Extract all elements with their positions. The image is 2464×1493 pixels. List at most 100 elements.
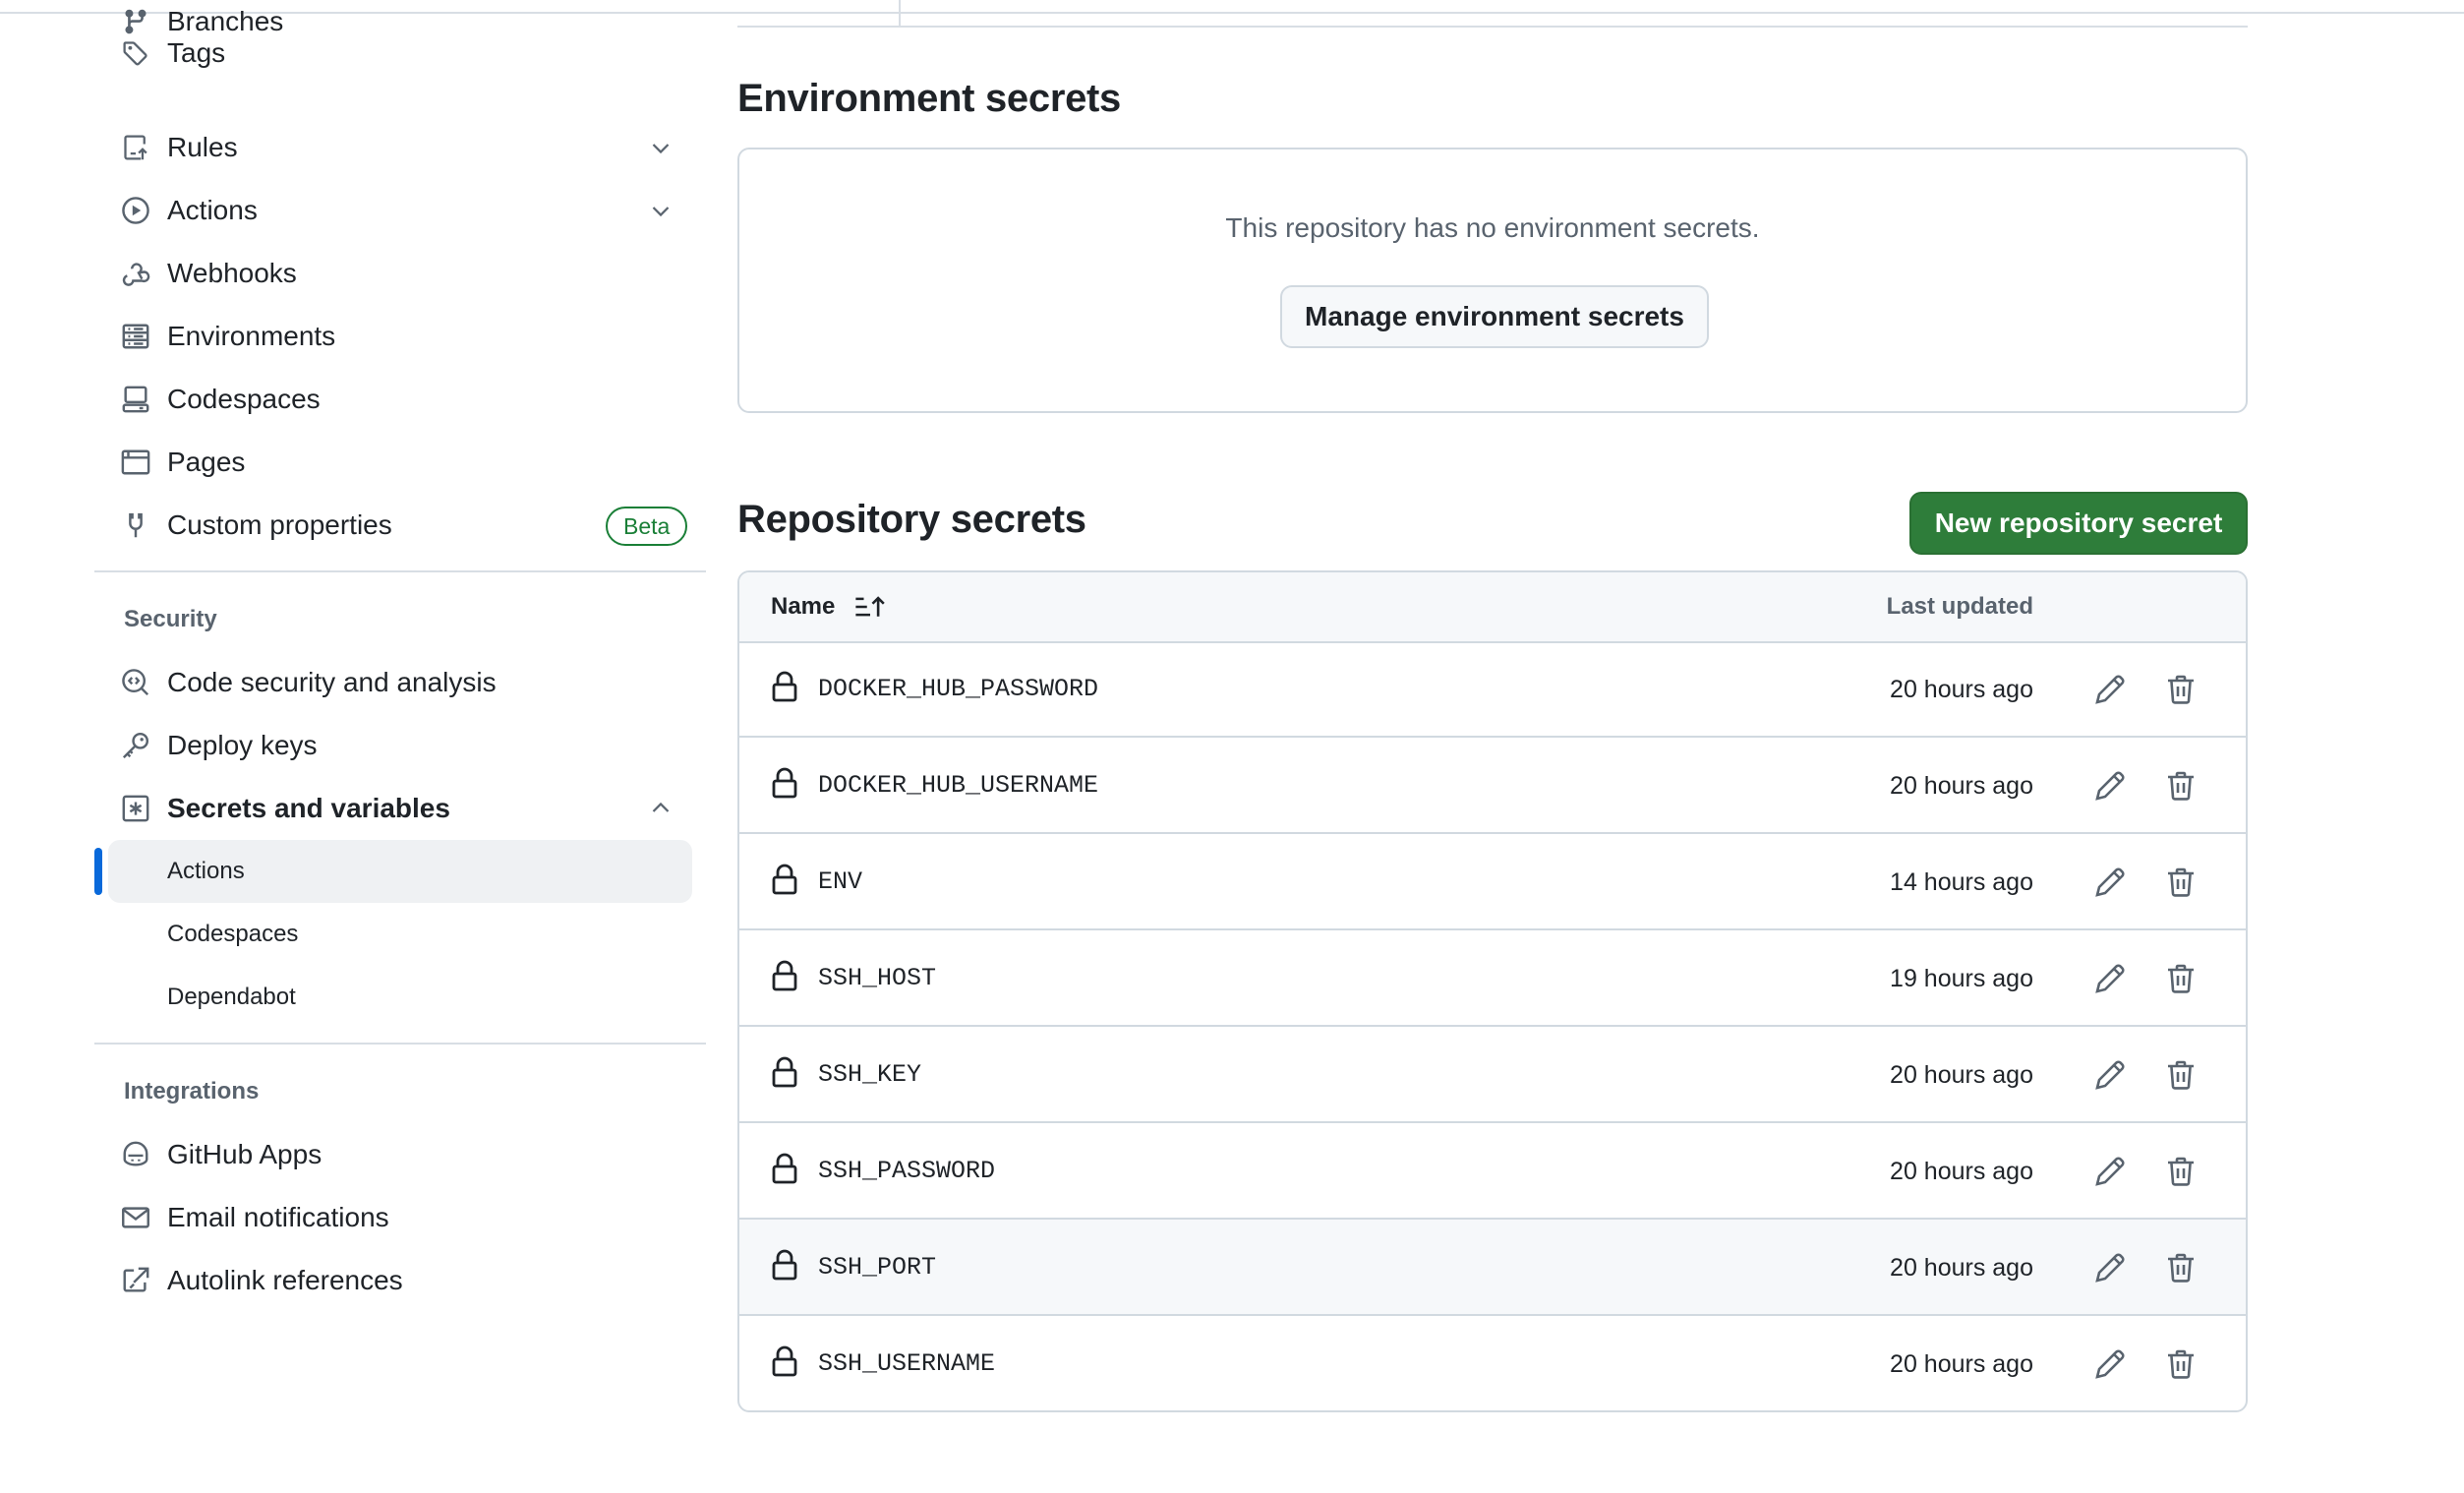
play-icon bbox=[120, 195, 151, 226]
secret-last-updated: 20 hours ago bbox=[1890, 1350, 2033, 1378]
trash-icon[interactable] bbox=[2165, 866, 2197, 898]
secret-last-updated: 20 hours ago bbox=[1890, 676, 2033, 703]
browser-icon bbox=[120, 447, 151, 478]
secret-name: SSH_PASSWORD bbox=[818, 1157, 996, 1185]
settings-sidebar: Branches Tags Rules Actions Webhooks Env… bbox=[94, 0, 706, 1493]
mail-icon bbox=[120, 1202, 151, 1233]
empty-state-text: This repository has no environment secre… bbox=[1225, 212, 1760, 243]
trash-icon[interactable] bbox=[2165, 963, 2197, 994]
key-icon bbox=[120, 730, 151, 761]
table-header: Name Last updated bbox=[739, 572, 2246, 643]
secret-last-updated: 20 hours ago bbox=[1890, 1158, 2033, 1185]
pencil-icon[interactable] bbox=[2094, 1252, 2126, 1284]
sidebar-item-codespaces[interactable]: Codespaces bbox=[108, 368, 706, 431]
secret-name: SSH_PORT bbox=[818, 1253, 937, 1282]
new-repository-secret-button[interactable]: New repository secret bbox=[1909, 492, 2248, 555]
secret-name: DOCKER_HUB_PASSWORD bbox=[818, 675, 1099, 703]
sidebar-item-actions[interactable]: Actions bbox=[108, 179, 706, 242]
lock-icon bbox=[772, 1056, 797, 1088]
table-row: SSH_USERNAME 20 hours ago bbox=[739, 1316, 2246, 1410]
server-icon bbox=[120, 321, 151, 352]
sidebar-item-label: Email notifications bbox=[167, 1202, 389, 1232]
sidebar-item-label: Webhooks bbox=[167, 258, 297, 288]
trash-icon[interactable] bbox=[2165, 1252, 2197, 1284]
table-row: ENV 14 hours ago bbox=[739, 834, 2246, 930]
table-row: SSH_PASSWORD 20 hours ago bbox=[739, 1123, 2246, 1220]
lock-icon bbox=[772, 671, 797, 702]
secret-name: SSH_USERNAME bbox=[818, 1349, 996, 1378]
trash-icon[interactable] bbox=[2165, 770, 2197, 802]
sidebar-item-label: GitHub Apps bbox=[167, 1139, 323, 1169]
table-row: DOCKER_HUB_USERNAME 20 hours ago bbox=[739, 738, 2246, 834]
column-header-name[interactable]: Name bbox=[771, 572, 835, 641]
pencil-icon[interactable] bbox=[2094, 770, 2126, 802]
secret-last-updated: 19 hours ago bbox=[1890, 965, 2033, 992]
sidebar-item-environments[interactable]: Environments bbox=[108, 305, 706, 368]
secret-last-updated: 14 hours ago bbox=[1890, 868, 2033, 896]
sidebar-subitem-label: Actions bbox=[167, 858, 245, 884]
sidebar-subitem-label: Dependabot bbox=[167, 984, 296, 1010]
pencil-icon[interactable] bbox=[2094, 1348, 2126, 1380]
trash-icon[interactable] bbox=[2165, 1348, 2197, 1380]
secret-name: ENV bbox=[818, 867, 863, 896]
sidebar-item-pages[interactable]: Pages bbox=[108, 431, 706, 494]
lock-icon bbox=[772, 864, 797, 895]
pencil-icon[interactable] bbox=[2094, 866, 2126, 898]
repo-push-icon bbox=[120, 132, 151, 163]
sidebar-item-label: Autolink references bbox=[167, 1265, 403, 1295]
pencil-icon[interactable] bbox=[2094, 1156, 2126, 1187]
sidebar-item-webhooks[interactable]: Webhooks bbox=[108, 242, 706, 305]
sidebar-item-label: Environments bbox=[167, 321, 336, 351]
secret-name: SSH_KEY bbox=[818, 1060, 922, 1089]
sidebar-item-github-apps[interactable]: GitHub Apps bbox=[108, 1123, 706, 1186]
lock-icon bbox=[772, 960, 797, 991]
section-title-security: Security bbox=[124, 606, 217, 632]
sidebar-subitem-actions[interactable]: Actions bbox=[108, 840, 692, 903]
chevron-up-icon[interactable] bbox=[649, 797, 673, 820]
manage-environment-secrets-button[interactable]: Manage environment secrets bbox=[1280, 285, 1709, 348]
pencil-icon[interactable] bbox=[2094, 1059, 2126, 1091]
sidebar-item-label: Actions bbox=[167, 195, 258, 225]
link-external-icon bbox=[120, 1265, 151, 1296]
pencil-icon[interactable] bbox=[2094, 674, 2126, 705]
trash-icon[interactable] bbox=[2165, 1059, 2197, 1091]
sidebar-item-label: Custom properties bbox=[167, 509, 392, 540]
sidebar-item-label: Deploy keys bbox=[167, 730, 318, 760]
sidebar-item-label: Rules bbox=[167, 132, 238, 162]
sidebar-item-secrets-and-variables[interactable]: Secrets and variables bbox=[108, 777, 706, 840]
secret-last-updated: 20 hours ago bbox=[1890, 1254, 2033, 1282]
sidebar-item-autolink-references[interactable]: Autolink references bbox=[108, 1249, 706, 1312]
pencil-icon[interactable] bbox=[2094, 963, 2126, 994]
beta-badge: Beta bbox=[606, 507, 688, 546]
codespaces-icon bbox=[120, 384, 151, 415]
sidebar-item-code-security[interactable]: Code security and analysis bbox=[108, 651, 706, 714]
sidebar-item-label: Codespaces bbox=[167, 384, 321, 414]
active-indicator bbox=[94, 848, 102, 895]
chevron-down-icon[interactable] bbox=[649, 136, 673, 159]
lock-icon bbox=[772, 767, 797, 799]
sort-ascending-icon[interactable] bbox=[853, 594, 887, 620]
sidebar-item-custom-properties[interactable]: Custom properties Beta bbox=[108, 494, 706, 557]
sidebar-item-rules[interactable]: Rules bbox=[108, 116, 706, 179]
asterisk-icon bbox=[120, 793, 151, 824]
trash-icon[interactable] bbox=[2165, 1156, 2197, 1187]
table-row: SSH_HOST 19 hours ago bbox=[739, 930, 2246, 1027]
sidebar-subitem-dependabot[interactable]: Dependabot bbox=[108, 966, 692, 1029]
lock-icon bbox=[772, 1249, 797, 1281]
table-row: DOCKER_HUB_PASSWORD 20 hours ago bbox=[739, 641, 2246, 738]
sidebar-item-email-notifications[interactable]: Email notifications bbox=[108, 1186, 706, 1249]
trash-icon[interactable] bbox=[2165, 674, 2197, 705]
repository-secrets-table: Name Last updated DOCKER_HUB_PASSWORD 20 … bbox=[737, 570, 2248, 1412]
tab-stub bbox=[737, 0, 901, 26]
sidebar-item-label: Pages bbox=[167, 447, 246, 477]
codescan-icon bbox=[120, 667, 151, 698]
column-header-last-updated: Last updated bbox=[1886, 593, 2033, 620]
copilot-icon bbox=[120, 1139, 151, 1170]
secret-name: DOCKER_HUB_USERNAME bbox=[818, 771, 1099, 800]
sidebar-item-deploy-keys[interactable]: Deploy keys bbox=[108, 714, 706, 777]
sidebar-item-tags[interactable]: Tags bbox=[108, 22, 706, 85]
note-icon bbox=[120, 509, 151, 541]
sidebar-subitem-codespaces[interactable]: Codespaces bbox=[108, 903, 692, 966]
environment-secrets-box: This repository has no environment secre… bbox=[737, 148, 2248, 413]
chevron-down-icon[interactable] bbox=[649, 199, 673, 222]
